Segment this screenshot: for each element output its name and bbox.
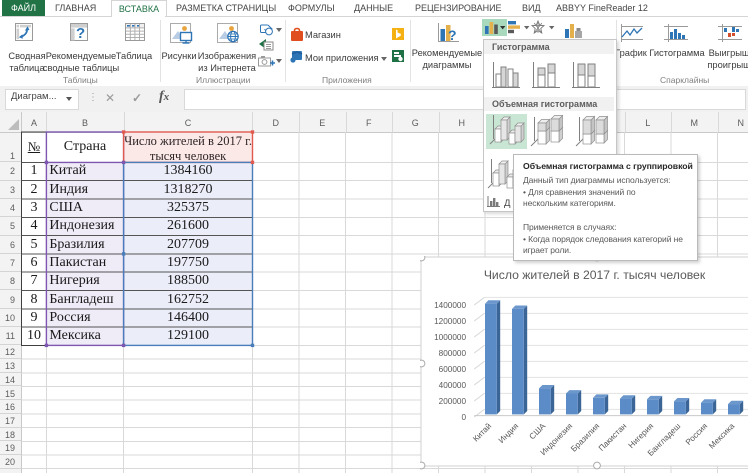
svg-text:Д: Д [504, 198, 511, 209]
svg-text:600000: 600000 [439, 365, 467, 374]
svg-text:400000: 400000 [439, 381, 467, 390]
svg-text:Число жителей в 2017 г. тысяч: Число жителей в 2017 г. тысяч человек [484, 268, 706, 282]
svg-text:200000: 200000 [439, 397, 467, 406]
svg-text:?: ? [448, 27, 457, 43]
svg-text:800000: 800000 [439, 349, 467, 358]
svg-text:1400000: 1400000 [434, 301, 466, 310]
svg-text:0: 0 [461, 413, 466, 422]
svg-text:1200000: 1200000 [434, 317, 466, 326]
svg-text:?: ? [76, 25, 85, 42]
svg-text:1000000: 1000000 [434, 333, 466, 342]
